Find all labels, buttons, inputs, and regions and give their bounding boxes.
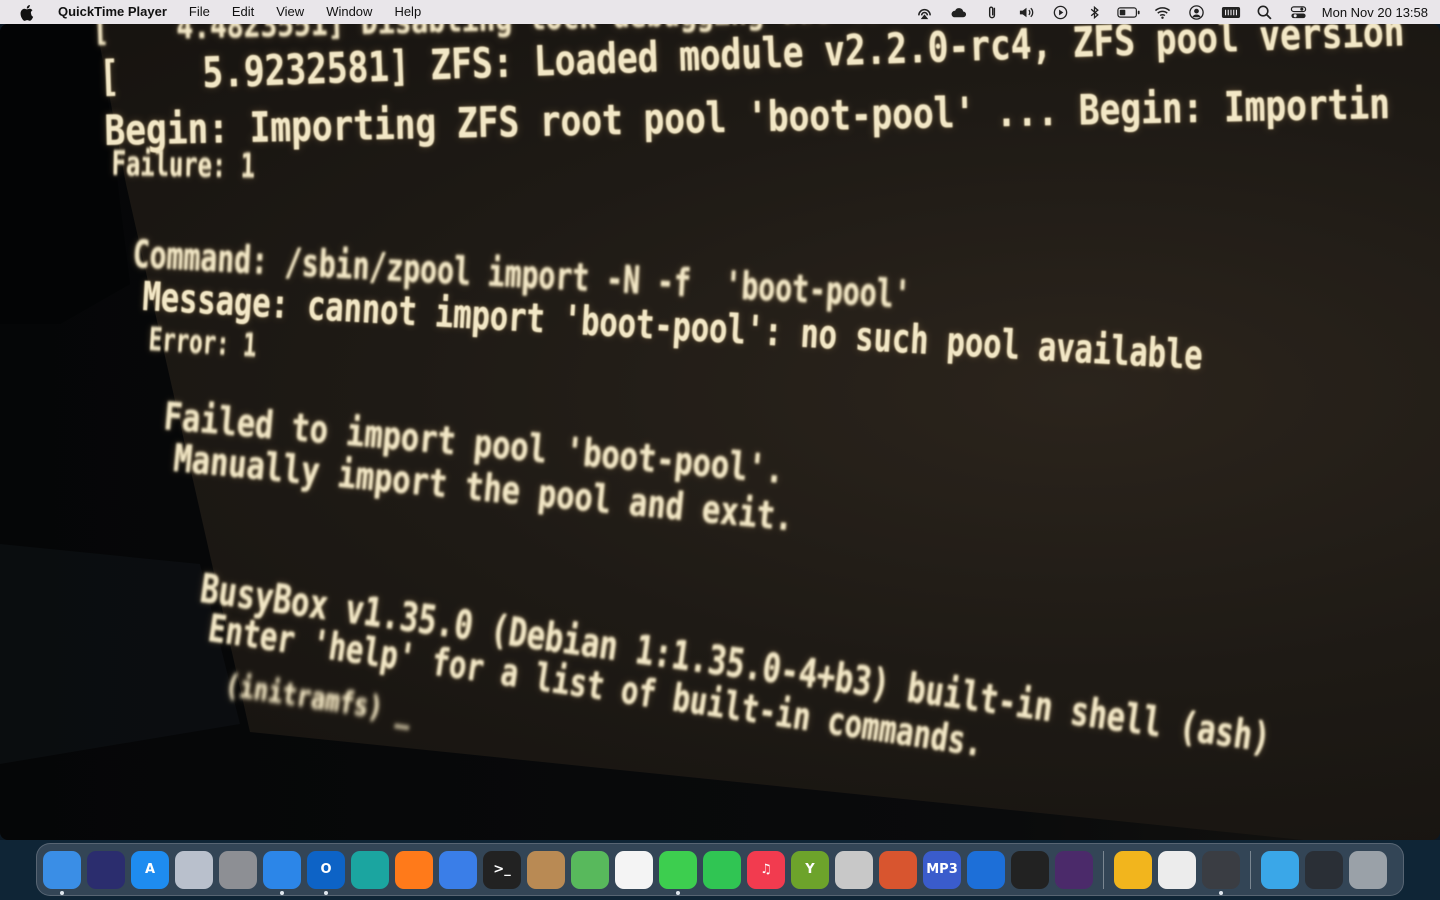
podcast-icon[interactable]	[1055, 850, 1093, 889]
control-center-icon[interactable]	[1282, 0, 1316, 24]
play-circle-icon[interactable]	[1044, 0, 1078, 24]
running-indicator	[60, 890, 64, 895]
view-menu[interactable]: View	[265, 0, 315, 24]
dock-icon-glyph: >_	[493, 862, 511, 877]
downloads-folder-icon[interactable]	[1261, 850, 1299, 889]
console-line: Failure: 1	[111, 144, 256, 187]
menu-bar-clock[interactable]: Mon Nov 20 13:58	[1316, 5, 1440, 20]
app-store-icon[interactable]: A	[131, 850, 169, 889]
file-menu[interactable]: File	[178, 0, 221, 24]
wifi-explorer-lite-icon[interactable]	[1114, 850, 1152, 889]
running-indicator	[1219, 890, 1223, 895]
dock-icon-glyph: ♫	[760, 862, 772, 877]
console-line: (initramfs) _	[222, 668, 414, 731]
quicktime-player-icon[interactable]	[1202, 850, 1240, 895]
quicktime-video-frame[interactable]: [ 4.4823551] Disabling lock debugging du…	[0, 24, 1440, 840]
dock-divider	[1103, 850, 1104, 889]
outlook-icon[interactable]: O	[307, 850, 345, 895]
dock-icon-glyph: MP3	[926, 862, 958, 877]
safari-icon[interactable]	[263, 850, 301, 895]
battery-icon[interactable]	[1112, 0, 1146, 24]
maps-icon[interactable]	[571, 850, 609, 889]
dock-icon-glyph: Y	[805, 862, 815, 877]
bluetooth-icon[interactable]	[1078, 0, 1112, 24]
running-indicator	[324, 890, 328, 895]
wifi-icon[interactable]	[1146, 0, 1180, 24]
finder-icon[interactable]	[43, 850, 81, 895]
menu-bar-extras: Mon Nov 20 13:58	[908, 0, 1440, 24]
running-indicator	[676, 890, 680, 895]
dock-icon-glyph: A	[144, 862, 156, 877]
yoink-icon[interactable]: Y	[791, 850, 829, 889]
edit-menu[interactable]: Edit	[221, 0, 265, 24]
help-menu[interactable]: Help	[383, 0, 432, 24]
running-indicator	[280, 890, 284, 895]
user-account-icon[interactable]	[1180, 0, 1214, 24]
siri-icon[interactable]	[87, 850, 125, 889]
firefox-icon[interactable]	[395, 850, 433, 889]
trash-icon[interactable]	[1349, 850, 1387, 889]
airplay-audio-icon[interactable]	[908, 0, 942, 24]
menu-bar-left: QuickTime Player File Edit View Window H…	[0, 0, 432, 24]
toolbox-icon[interactable]	[879, 850, 917, 889]
edge-icon[interactable]	[351, 850, 389, 889]
contacts-icon[interactable]	[527, 850, 565, 889]
window-menu[interactable]: Window	[315, 0, 383, 24]
console-line: Error: 1	[147, 320, 258, 365]
mp3-converter-icon[interactable]: MP3	[923, 850, 961, 889]
dock: A O >_ ♫ Y MP3	[36, 843, 1404, 896]
recent-window-icon[interactable]	[1305, 850, 1343, 889]
system-preferences-icon[interactable]	[219, 850, 257, 889]
apple-menu-icon[interactable]	[18, 0, 36, 24]
cloud-app-icon[interactable]	[439, 850, 477, 889]
paperclip-icon[interactable]	[976, 0, 1010, 24]
dock-divider	[1250, 850, 1251, 889]
downloader-icon[interactable]	[835, 850, 873, 889]
volume-icon[interactable]	[1010, 0, 1044, 24]
plex-icon[interactable]	[1011, 850, 1049, 889]
memory-stats-icon[interactable]	[1214, 0, 1248, 24]
music-icon[interactable]: ♫	[747, 850, 785, 889]
dock-icon-glyph: O	[320, 862, 332, 877]
console-output: [ 4.4823551] Disabling lock debugging du…	[0, 24, 1440, 840]
app-menu[interactable]: QuickTime Player	[50, 0, 178, 24]
creative-cloud-icon[interactable]	[942, 0, 976, 24]
launchpad-icon[interactable]	[175, 850, 213, 889]
terminal-icon[interactable]: >_	[483, 850, 521, 889]
textedit-icon[interactable]	[1158, 850, 1196, 889]
youtube-downloader-icon[interactable]	[967, 850, 1005, 889]
menu-bar: QuickTime Player File Edit View Window H…	[0, 0, 1440, 24]
facetime-icon[interactable]	[703, 850, 741, 889]
messages-icon[interactable]	[659, 850, 697, 895]
photos-icon[interactable]	[615, 850, 653, 889]
spotlight-search-icon[interactable]	[1248, 0, 1282, 24]
